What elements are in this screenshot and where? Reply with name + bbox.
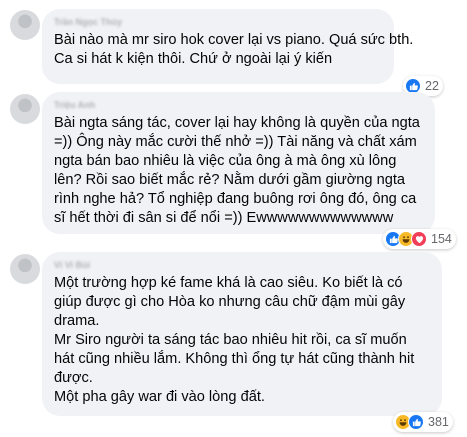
comment-text-line: rình nghe hả? Tổ nghiệp đang buông rơi ô… [54,191,417,207]
comment-text-line: lên? Rồi sao biết mắc rẻ? Nằm dưới gầm g… [54,172,405,188]
comment-text-line: ngta bán bao nhiêu là việc của ông à mà … [54,153,397,169]
comment-bubble: Triệu Anh Bài ngta sáng tác, cover lại h… [42,92,435,234]
comment-author[interactable]: Trần Ngọc Thủy [54,15,382,29]
comment-text-line: Ca si hát k kiện thôi. Chứ ở ngoài lại ý… [54,51,333,67]
comment-text-line: sĩ hết thời đi sân si để nổi =)) Ewwwwww… [54,210,394,226]
avatar[interactable] [10,10,40,40]
avatar[interactable] [10,254,40,284]
love-reaction-icon [411,231,427,247]
comment-text-line: drama. [54,313,100,329]
comment-text-line: giúp được gì cho Hòa ko nhưng câu chữ đậ… [54,294,406,310]
like-reaction-icon [408,414,424,430]
comment-bubble: Vi Vi Bùi Một trường hợp ké fame khá là … [42,252,442,416]
comment-text-line: Một trường hợp ké fame khá là cao siêu. … [54,275,403,291]
reaction-summary[interactable]: 154 [383,229,456,249]
comment-text-line: Một pha gây war đi vào lòng đất. [54,389,265,405]
comment-text-line: =)) Ông này mắc cười thế nhở =)) Tài năn… [54,134,417,150]
comment-text-line: được. [54,370,93,386]
comment-text-line: Bài ngta sáng tác, cover lại hay không l… [54,115,420,131]
comment-author[interactable]: Triệu Anh [54,98,423,112]
comment-text-line: hát cũng nhiều lắm. Không thì ổng tự hát… [54,351,415,367]
reaction-summary[interactable]: 381 [393,412,453,432]
comment-bubble: Trần Ngọc Thủy Bài nào mà mr siro hok co… [42,9,414,84]
reaction-count: 154 [431,232,452,246]
comment-text-line: Bài nào mà mr siro hok cover lại vs pian… [54,32,414,48]
comment-author[interactable]: Vi Vi Bùi [54,258,430,272]
avatar[interactable] [10,94,40,124]
reaction-count: 381 [428,415,449,429]
comment-text-line: Mr Siro người ta sáng tác bao nhiêu hit … [54,332,407,348]
reaction-count: 22 [425,79,439,93]
comment-thread: Trần Ngọc Thủy Bài nào mà mr siro hok co… [0,0,467,437]
